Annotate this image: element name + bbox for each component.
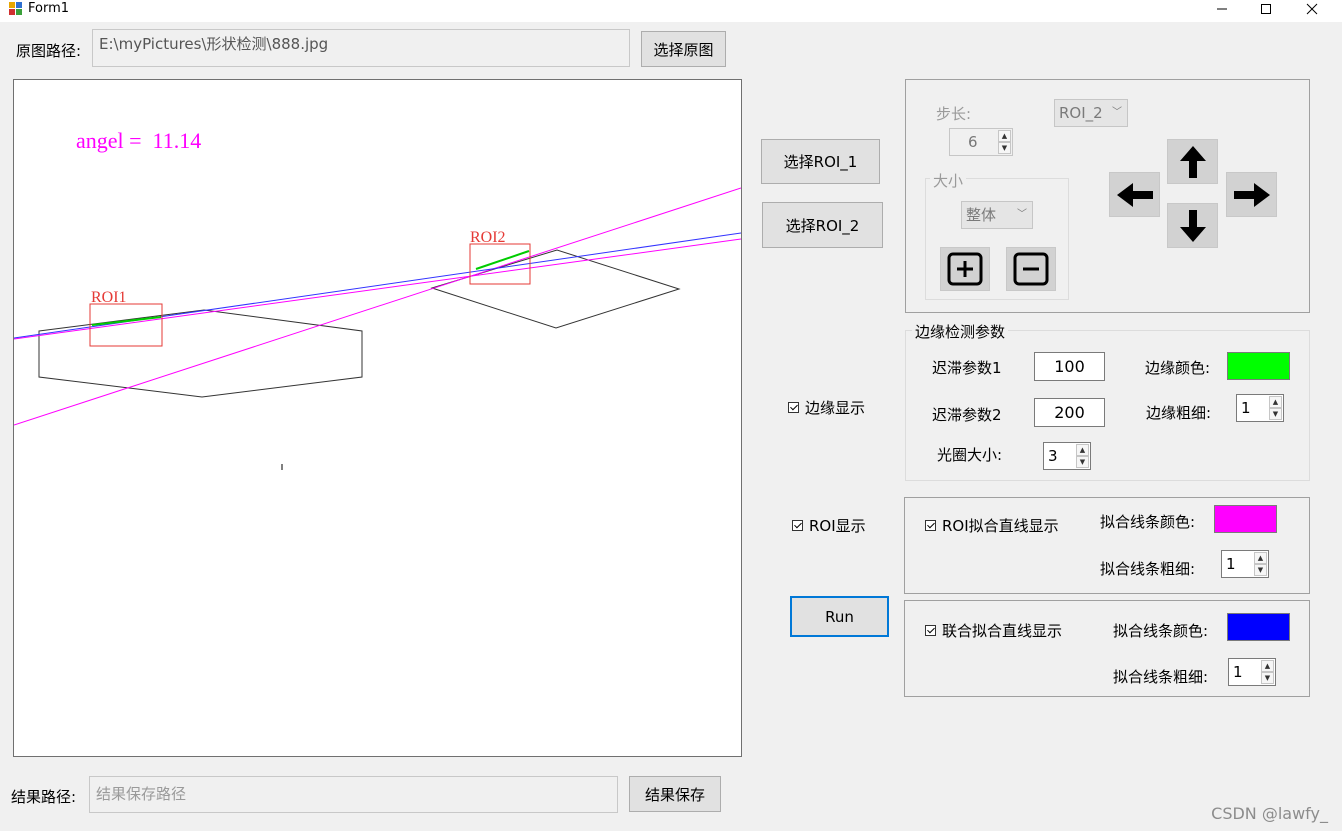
aperture-value: 3 <box>1048 447 1058 465</box>
roi-show-label: ROI显示 <box>809 517 866 535</box>
checkbox-checked-icon <box>788 402 799 413</box>
roi2-fit-line <box>14 187 741 426</box>
roi-fit-thickness-value: 1 <box>1226 555 1236 573</box>
roi-fit-thickness-down-arrow[interactable]: ▼ <box>1254 564 1267 576</box>
joint-fit-color-label: 拟合线条颜色: <box>1113 622 1209 640</box>
roi-fit-color-swatch[interactable] <box>1214 505 1277 533</box>
arrow-left-icon <box>1116 182 1153 207</box>
roi-fit-checkbox[interactable]: ROI拟合直线显示 <box>925 515 1059 536</box>
source-path-input[interactable]: E:\myPictures\形状检测\888.jpg <box>92 29 630 67</box>
edge-thickness-label: 边缘粗细: <box>1146 404 1212 422</box>
app-icon <box>9 2 22 15</box>
result-path-input[interactable]: 结果保存路径 <box>89 776 618 813</box>
roi-fit-thickness-spinner[interactable]: 1 ▲ ▼ <box>1221 550 1269 578</box>
edge-thickness-spinner[interactable]: 1 ▲ ▼ <box>1236 394 1284 422</box>
step-label: 步长: <box>936 105 972 123</box>
aperture-label: 光圈大小: <box>937 446 1003 464</box>
checkbox-checked-icon <box>925 625 936 636</box>
close-icon <box>1306 3 1318 15</box>
maximize-icon <box>1261 4 1271 14</box>
step-spinner[interactable]: 6 ▲ ▼ <box>949 128 1013 156</box>
select-roi2-button[interactable]: 选择ROI_2 <box>762 202 883 248</box>
joint-fit-thickness-value: 1 <box>1233 663 1243 681</box>
aperture-down-arrow[interactable]: ▼ <box>1076 456 1089 468</box>
angle-text: angel = 11.14 <box>76 128 201 153</box>
roi-fit-thickness-up-arrow[interactable]: ▲ <box>1254 552 1267 564</box>
image-canvas[interactable]: angel = 11.14 ROI1 ROI2 <box>13 79 742 757</box>
enlarge-button[interactable] <box>940 247 990 291</box>
move-up-button[interactable] <box>1167 139 1218 184</box>
edge-thickness-value: 1 <box>1241 399 1251 417</box>
edge-show-label: 边缘显示 <box>805 399 866 417</box>
checkbox-checked-icon <box>792 520 803 531</box>
roi-fit-label: ROI拟合直线显示 <box>942 517 1059 535</box>
shrink-button[interactable] <box>1006 247 1056 291</box>
checkbox-checked-icon <box>925 520 936 531</box>
roi-fit-color-label: 拟合线条颜色: <box>1100 513 1196 531</box>
edge-params-title: 边缘检测参数 <box>912 321 1009 342</box>
move-left-button[interactable] <box>1109 172 1160 217</box>
edge-thickness-up-arrow[interactable]: ▲ <box>1269 396 1282 408</box>
close-button[interactable] <box>1289 0 1335 18</box>
hyst1-label: 迟滞参数1 <box>932 359 1002 377</box>
joint-fit-label: 联合拟合直线显示 <box>942 622 1063 640</box>
window-title: Form1 <box>28 1 70 16</box>
minus-square-icon <box>1013 252 1049 286</box>
run-button[interactable]: Run <box>790 596 889 637</box>
save-result-button[interactable]: 结果保存 <box>629 776 721 812</box>
roi2-box <box>469 243 531 285</box>
edge-thickness-down-arrow[interactable]: ▼ <box>1269 408 1282 420</box>
select-roi1-button[interactable]: 选择ROI_1 <box>761 139 880 184</box>
aperture-spinner[interactable]: 3 ▲ ▼ <box>1043 442 1091 470</box>
joint-fit-thickness-label: 拟合线条粗细: <box>1113 668 1209 686</box>
joint-fit-thickness-up-arrow[interactable]: ▲ <box>1261 660 1274 672</box>
chevron-down-icon: ﹀ <box>1017 209 1027 220</box>
title-bar <box>0 0 1342 22</box>
step-down-arrow[interactable]: ▼ <box>998 142 1011 154</box>
joint-fit-checkbox[interactable]: 联合拟合直线显示 <box>925 620 1062 641</box>
move-down-button[interactable] <box>1167 203 1218 248</box>
hyst2-input[interactable]: 200 <box>1034 398 1105 427</box>
hyst2-label: 迟滞参数2 <box>932 406 1002 424</box>
chevron-down-icon: ﹀ <box>1112 107 1122 118</box>
move-right-button[interactable] <box>1226 172 1277 217</box>
size-select-combo[interactable]: 整体 ﹀ <box>961 201 1033 229</box>
joint-fit-color-swatch[interactable] <box>1227 613 1290 641</box>
select-source-button[interactable]: 选择原图 <box>641 31 726 67</box>
hexagon-shape <box>38 309 363 398</box>
hyst1-input[interactable]: 100 <box>1034 352 1105 381</box>
step-value: 6 <box>968 133 978 151</box>
edge-color-swatch[interactable] <box>1227 352 1290 380</box>
watermark: CSDN @lawfy_ <box>1211 804 1328 823</box>
size-select-value: 整体 <box>966 206 997 224</box>
roi-select-value: ROI_2 <box>1059 104 1103 122</box>
source-path-label: 原图路径: <box>16 42 82 60</box>
joint-fit-thickness-down-arrow[interactable]: ▼ <box>1261 672 1274 684</box>
edge-show-checkbox[interactable]: 边缘显示 <box>788 397 865 418</box>
plus-square-icon <box>947 252 983 286</box>
roi1-label: ROI1 <box>91 289 127 306</box>
aperture-up-arrow[interactable]: ▲ <box>1076 444 1089 456</box>
roi-fit-thickness-label: 拟合线条粗细: <box>1100 560 1196 578</box>
maximize-button[interactable] <box>1243 0 1289 18</box>
minimize-icon <box>1217 8 1227 10</box>
roi-select-combo[interactable]: ROI_2 ﹀ <box>1054 99 1128 127</box>
result-path-label: 结果路径: <box>11 788 77 806</box>
edge-color-label: 边缘颜色: <box>1145 359 1211 377</box>
arrow-right-icon <box>1233 182 1270 207</box>
roi-show-checkbox[interactable]: ROI显示 <box>792 515 866 536</box>
arrow-down-icon <box>1179 209 1206 242</box>
image-svg: angel = 11.14 ROI1 ROI2 <box>14 128 741 470</box>
minimize-button[interactable] <box>1199 0 1245 18</box>
step-up-arrow[interactable]: ▲ <box>998 130 1011 142</box>
arrow-up-icon <box>1179 145 1206 178</box>
diamond-shape <box>430 249 681 329</box>
size-group-title: 大小 <box>930 170 967 191</box>
roi2-label: ROI2 <box>470 229 506 246</box>
joint-fit-thickness-spinner[interactable]: 1 ▲ ▼ <box>1228 658 1276 686</box>
